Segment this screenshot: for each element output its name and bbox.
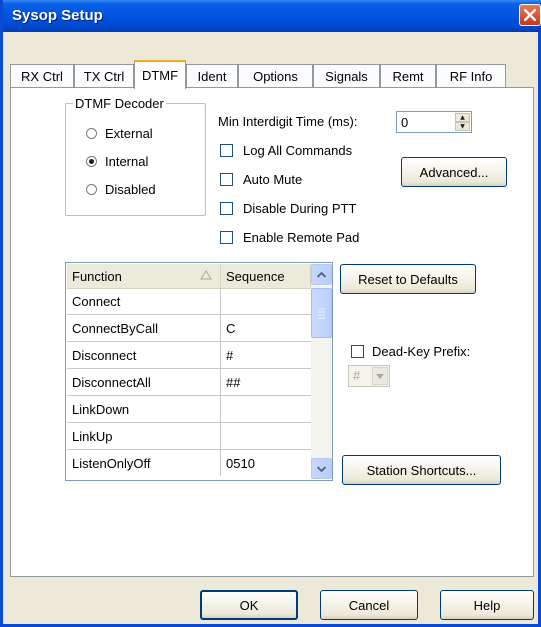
sequence-cell[interactable]: [221, 288, 311, 314]
radio-external-circle[interactable]: [86, 128, 97, 139]
grid-header: Function Sequence: [67, 264, 311, 289]
table-row[interactable]: Connect: [67, 288, 311, 315]
scroll-up-button[interactable]: [311, 264, 332, 285]
tab-strip: RX Ctrl TX Ctrl DTMF Ident Options Signa…: [10, 60, 534, 89]
function-cell[interactable]: Disconnect: [67, 342, 221, 368]
table-row[interactable]: ConnectByCall C: [67, 315, 311, 342]
sort-ascending-icon: [200, 270, 212, 280]
radio-disabled-circle[interactable]: [86, 184, 97, 195]
log-all-commands-label: Log All Commands: [243, 143, 353, 158]
ok-button[interactable]: OK: [200, 590, 298, 620]
interdigit-value[interactable]: 0: [401, 115, 408, 130]
combo-dropdown-icon: [376, 373, 384, 379]
spin-down-button[interactable]: ▼: [455, 122, 470, 131]
window-title: Sysop Setup: [12, 7, 103, 24]
tab-remt[interactable]: Remt: [380, 64, 436, 88]
grid-vertical-scrollbar[interactable]: [311, 264, 332, 479]
title-bar[interactable]: Sysop Setup: [3, 0, 541, 32]
column-header-sequence[interactable]: Sequence: [221, 264, 311, 288]
dead-key-prefix-dropdown-button: [372, 367, 388, 385]
station-shortcuts-button[interactable]: Station Shortcuts...: [342, 455, 501, 485]
auto-mute-checkbox[interactable]: Auto Mute: [220, 172, 302, 187]
enable-remote-pad-checkbox[interactable]: Enable Remote Pad: [220, 230, 359, 245]
auto-mute-box[interactable]: [220, 173, 233, 186]
scroll-up-arrow-icon: [317, 271, 326, 278]
table-row[interactable]: LinkDown: [67, 396, 311, 423]
radio-internal-circle[interactable]: [86, 156, 97, 167]
dtmf-decoder-legend: DTMF Decoder: [73, 96, 166, 111]
dead-key-prefix-select: #: [348, 365, 390, 387]
tab-ident[interactable]: Ident: [186, 64, 238, 88]
interdigit-label: Min Interdigit Time (ms):: [218, 114, 358, 129]
radio-internal[interactable]: Internal: [86, 154, 148, 169]
scroll-down-arrow-icon: [317, 465, 326, 472]
sequence-cell[interactable]: [221, 396, 311, 422]
spin-up-button[interactable]: ▲: [455, 113, 470, 122]
table-row[interactable]: ListenOnlyOff 0510: [67, 450, 311, 477]
interdigit-spinner[interactable]: 0 ▲ ▼: [396, 111, 472, 133]
column-function-label: Function: [72, 268, 122, 284]
auto-mute-label: Auto Mute: [243, 172, 303, 187]
help-button[interactable]: Help: [440, 590, 534, 620]
function-cell[interactable]: Connect: [67, 288, 221, 314]
disable-during-ptt-label: Disable During PTT: [243, 201, 357, 216]
tab-tx-ctrl[interactable]: TX Ctrl: [74, 64, 134, 88]
dead-key-prefix-checkbox[interactable]: Dead-Key Prefix:: [351, 344, 470, 359]
log-all-commands-box[interactable]: [220, 144, 233, 157]
close-button[interactable]: [519, 4, 541, 26]
function-cell[interactable]: DisconnectAll: [67, 369, 221, 395]
dead-key-prefix-label: Dead-Key Prefix:: [372, 344, 471, 359]
tab-options[interactable]: Options: [238, 64, 313, 88]
cancel-button[interactable]: Cancel: [320, 590, 418, 620]
dead-key-prefix-value: #: [353, 368, 361, 383]
reset-to-defaults-button[interactable]: Reset to Defaults: [340, 264, 476, 294]
tab-dtmf[interactable]: DTMF: [134, 60, 186, 89]
disable-during-ptt-checkbox[interactable]: Disable During PTT: [220, 201, 356, 216]
enable-remote-pad-box[interactable]: [220, 231, 233, 244]
radio-disabled[interactable]: Disabled: [86, 182, 156, 197]
table-row[interactable]: LinkUp: [67, 423, 311, 450]
function-cell[interactable]: ListenOnlyOff: [67, 450, 221, 476]
enable-remote-pad-label: Enable Remote Pad: [243, 230, 360, 245]
spin-up-icon: ▲: [460, 113, 465, 121]
sequence-cell[interactable]: 0510: [221, 450, 311, 476]
function-cell[interactable]: ConnectByCall: [67, 315, 221, 341]
scroll-down-button[interactable]: [311, 458, 332, 479]
disable-during-ptt-box[interactable]: [220, 202, 233, 215]
column-header-function[interactable]: Function: [67, 264, 221, 288]
tab-rf-info[interactable]: RF Info: [436, 64, 506, 88]
tab-rx-ctrl[interactable]: RX Ctrl: [10, 64, 74, 88]
spin-down-icon: ▼: [460, 122, 465, 130]
spinner-buttons: ▲ ▼: [455, 113, 470, 131]
sequence-cell[interactable]: C: [221, 315, 311, 341]
radio-external-label: External: [105, 126, 153, 141]
scroll-thumb[interactable]: [311, 288, 332, 338]
dtmf-decoder-group: DTMF Decoder External Internal Disabled: [65, 96, 206, 216]
tab-signals[interactable]: Signals: [313, 64, 380, 88]
table-row[interactable]: Disconnect #: [67, 342, 311, 369]
thumb-grip-icon: [318, 308, 325, 319]
sequence-cell[interactable]: ##: [221, 369, 311, 395]
close-icon: [524, 9, 536, 21]
table-row[interactable]: DisconnectAll ##: [67, 369, 311, 396]
log-all-commands-checkbox[interactable]: Log All Commands: [220, 143, 352, 158]
function-sequence-grid[interactable]: Function Sequence Connect ConnectByCall …: [65, 262, 333, 481]
column-sequence-label: Sequence: [226, 268, 285, 284]
sequence-cell[interactable]: [221, 423, 311, 449]
advanced-button[interactable]: Advanced...: [401, 157, 507, 187]
radio-disabled-label: Disabled: [105, 182, 156, 197]
function-cell[interactable]: LinkUp: [67, 423, 221, 449]
function-cell[interactable]: LinkDown: [67, 396, 221, 422]
radio-external[interactable]: External: [86, 126, 153, 141]
dead-key-prefix-box[interactable]: [351, 345, 364, 358]
sysop-setup-window: Sysop Setup RX Ctrl TX Ctrl DTMF Ident O…: [0, 0, 541, 627]
radio-internal-label: Internal: [105, 154, 149, 169]
sequence-cell[interactable]: #: [221, 342, 311, 368]
